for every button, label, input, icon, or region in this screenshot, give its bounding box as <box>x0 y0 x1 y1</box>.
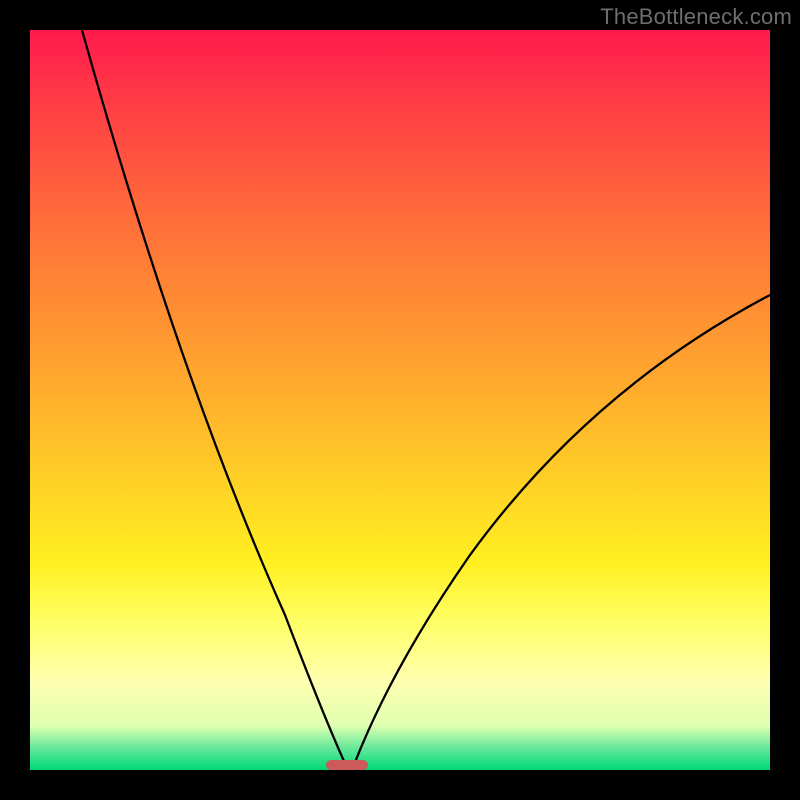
watermark-text: TheBottleneck.com <box>600 4 792 30</box>
curve-left-branch <box>82 30 348 770</box>
curve-right-branch <box>352 295 770 770</box>
chart-frame: TheBottleneck.com <box>0 0 800 800</box>
bottleneck-marker <box>326 760 368 770</box>
plot-area <box>30 30 770 770</box>
bottleneck-curve <box>30 30 770 770</box>
